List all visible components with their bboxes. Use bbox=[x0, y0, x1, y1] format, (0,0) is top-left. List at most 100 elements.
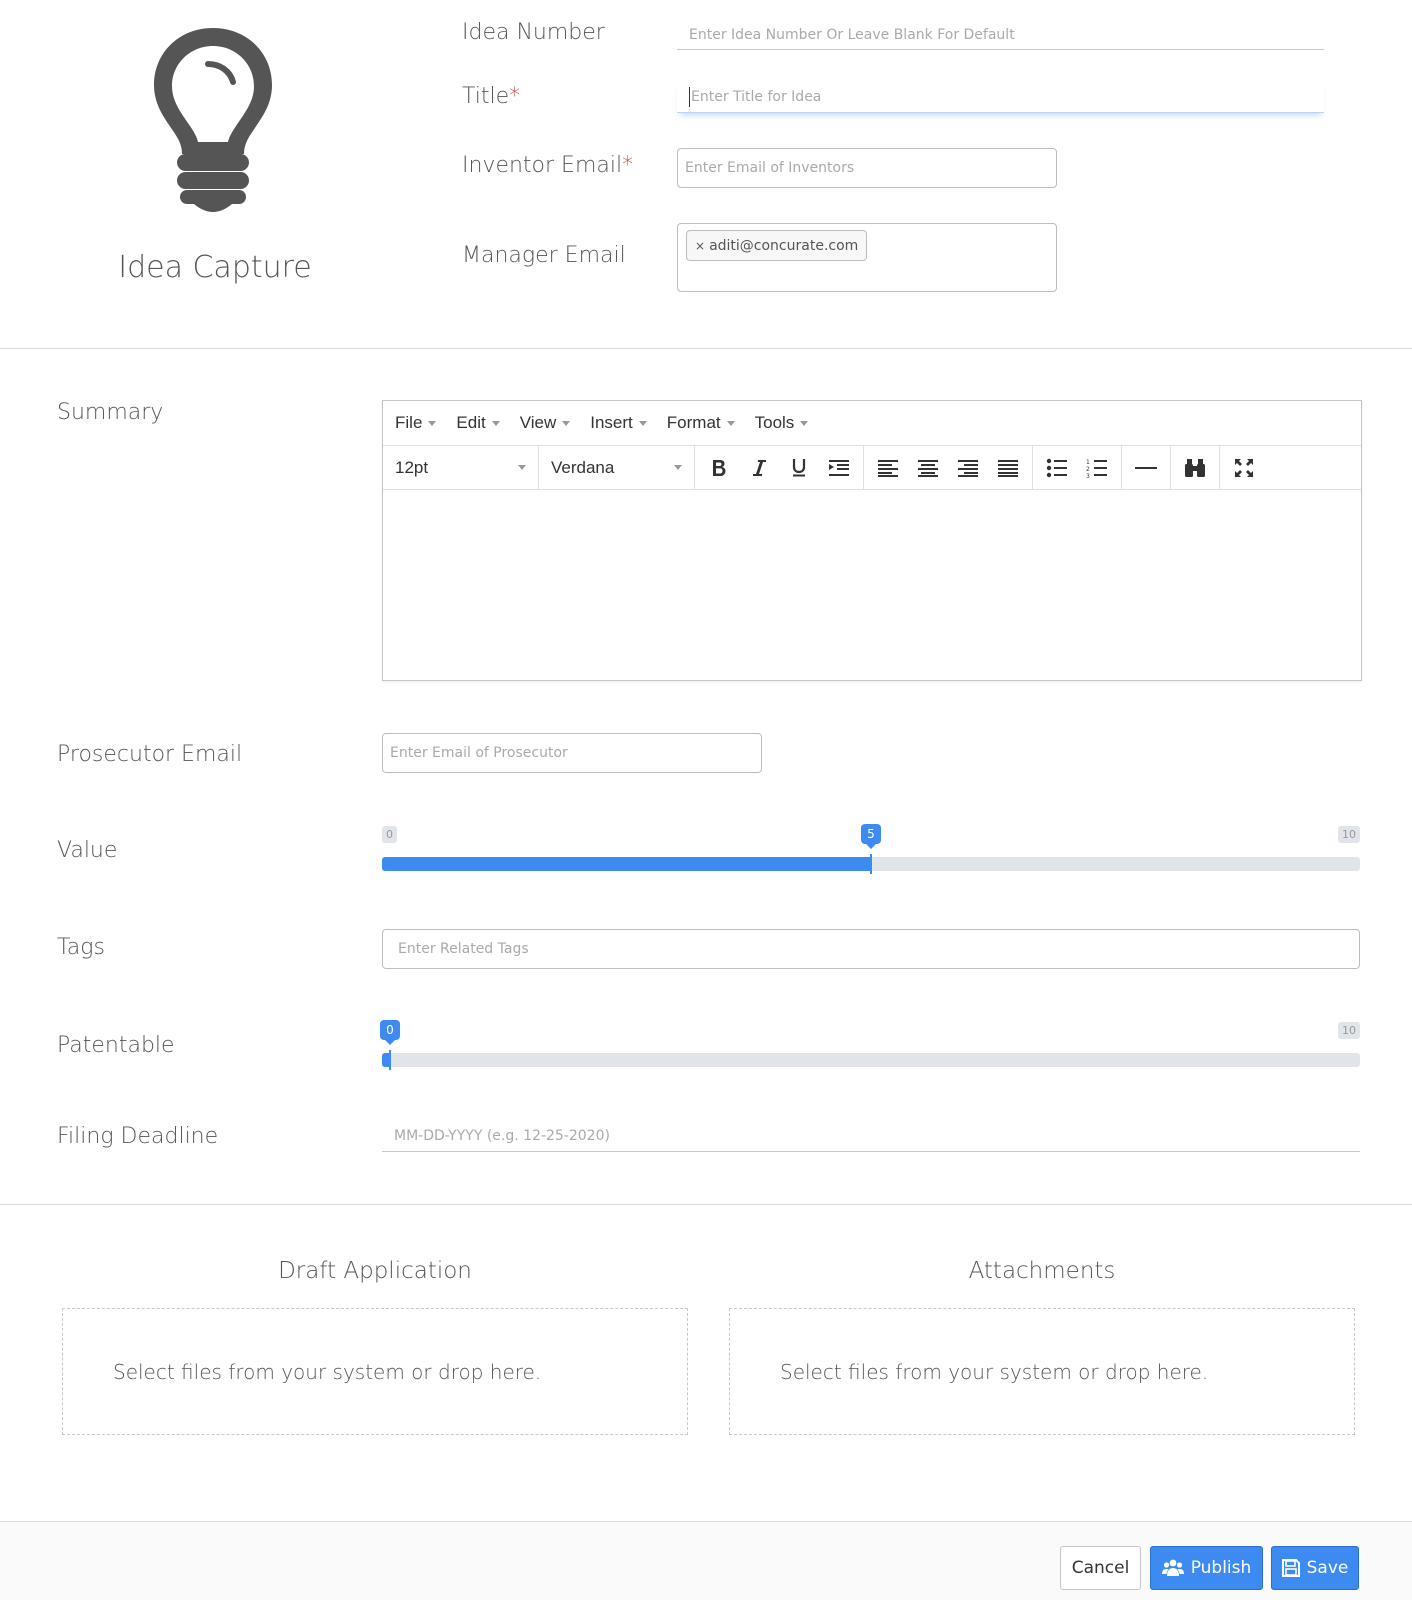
indent-button[interactable] bbox=[819, 448, 859, 488]
slider-current-label: 0 bbox=[380, 1020, 400, 1045]
menu-tools-label: Tools bbox=[754, 413, 795, 432]
fullscreen-button[interactable] bbox=[1224, 448, 1264, 488]
chevron-down-icon bbox=[674, 465, 682, 470]
floppy-disk-icon bbox=[1281, 1559, 1300, 1577]
numbered-list-icon: 123 bbox=[1086, 459, 1107, 478]
tags-placeholder: Enter Related Tags bbox=[398, 941, 529, 957]
filing-deadline-label: Filing Deadline bbox=[57, 1124, 219, 1149]
svg-text:1: 1 bbox=[1086, 459, 1090, 466]
value-slider[interactable]: 0 10 5 bbox=[382, 822, 1360, 874]
menu-view[interactable]: View bbox=[520, 413, 571, 433]
inventor-email-label-text: Inventor Email bbox=[462, 153, 623, 178]
insert-group bbox=[1122, 446, 1171, 489]
manager-email-tag-text: aditi@concurate.com bbox=[709, 237, 859, 254]
users-icon bbox=[1161, 1559, 1184, 1576]
summary-label: Summary bbox=[57, 400, 164, 425]
menu-tools[interactable]: Tools bbox=[755, 413, 809, 433]
inventor-email-input[interactable]: Enter Email of Inventors bbox=[677, 148, 1057, 188]
menu-file[interactable]: File bbox=[395, 413, 437, 433]
prosecutor-email-input[interactable]: Enter Email of Prosecutor bbox=[382, 733, 762, 773]
format-group bbox=[695, 446, 864, 489]
align-right-button[interactable] bbox=[948, 448, 988, 488]
cancel-button[interactable]: Cancel bbox=[1060, 1546, 1141, 1590]
align-left-button[interactable] bbox=[868, 448, 908, 488]
editor-content-area[interactable] bbox=[383, 490, 1361, 680]
view-group bbox=[1220, 446, 1268, 489]
find-group bbox=[1171, 446, 1220, 489]
chevron-down-icon bbox=[562, 420, 571, 426]
draft-application-dropzone[interactable]: Select files from your system or drop he… bbox=[62, 1308, 688, 1435]
align-center-icon bbox=[918, 459, 938, 477]
align-center-button[interactable] bbox=[908, 448, 948, 488]
required-mark: * bbox=[622, 153, 634, 178]
filing-deadline-input[interactable]: MM-DD-YYYY (e.g. 12-25-2020) bbox=[382, 1121, 1360, 1152]
bold-button[interactable] bbox=[699, 448, 739, 488]
manager-email-tag: × aditi@concurate.com bbox=[686, 230, 868, 261]
font-family-value: Verdana bbox=[551, 457, 615, 477]
bullet-list-icon bbox=[1046, 458, 1067, 477]
menu-edit[interactable]: Edit bbox=[456, 413, 500, 433]
editor-toolbar: 12pt Verdana 1 2 3 bbox=[383, 445, 1361, 490]
menu-format-label: Format bbox=[666, 413, 721, 432]
manager-email-label: Manager Email bbox=[462, 243, 626, 268]
title-label-text: Title bbox=[462, 84, 510, 109]
inventor-email-placeholder: Enter Email of Inventors bbox=[685, 160, 855, 176]
underline-icon bbox=[792, 458, 806, 476]
italic-icon bbox=[753, 459, 766, 476]
title-input[interactable]: Enter Title for Idea bbox=[677, 82, 1324, 113]
remove-tag-icon[interactable]: × bbox=[695, 239, 705, 253]
slider-max-label: 10 bbox=[1338, 1022, 1360, 1039]
font-size-select[interactable]: 12pt bbox=[383, 446, 539, 489]
align-left-icon bbox=[878, 459, 898, 477]
save-label: Save bbox=[1306, 1558, 1349, 1578]
slider-current-label: 5 bbox=[861, 824, 881, 849]
inventor-email-label: Inventor Email* bbox=[462, 153, 633, 178]
list-group: 123 bbox=[1033, 446, 1122, 489]
prosecutor-email-placeholder: Enter Email of Prosecutor bbox=[390, 745, 568, 761]
menu-file-label: File bbox=[395, 413, 423, 432]
fullscreen-icon bbox=[1235, 458, 1253, 477]
slider-handle[interactable] bbox=[870, 854, 872, 874]
slider-handle[interactable] bbox=[389, 1050, 391, 1070]
svg-text:2: 2 bbox=[1086, 466, 1090, 473]
filing-deadline-placeholder: MM-DD-YYYY (e.g. 12-25-2020) bbox=[394, 1128, 610, 1144]
menu-view-label: View bbox=[519, 413, 557, 432]
menu-insert[interactable]: Insert bbox=[590, 413, 647, 433]
align-group bbox=[864, 446, 1033, 489]
bullet-list-button[interactable] bbox=[1037, 448, 1077, 488]
font-family-select[interactable]: Verdana bbox=[539, 446, 695, 489]
section-divider bbox=[0, 1204, 1412, 1205]
align-right-icon bbox=[958, 459, 978, 477]
menu-format[interactable]: Format bbox=[667, 413, 735, 433]
find-binoculars-icon bbox=[1185, 458, 1205, 477]
save-button[interactable]: Save bbox=[1271, 1546, 1359, 1590]
align-justify-button[interactable] bbox=[988, 448, 1028, 488]
section-divider bbox=[0, 348, 1412, 349]
idea-number-input[interactable]: Enter Idea Number Or Leave Blank For Def… bbox=[677, 20, 1324, 50]
app-title: Idea Capture bbox=[118, 250, 312, 285]
attachments-dropzone[interactable]: Select files from your system or drop he… bbox=[729, 1308, 1355, 1435]
menu-edit-label: Edit bbox=[456, 413, 486, 432]
underline-button[interactable] bbox=[779, 448, 819, 488]
attachments-title: Attachments bbox=[968, 1258, 1116, 1284]
chevron-down-icon bbox=[491, 420, 500, 426]
title-placeholder: Enter Title for Idea bbox=[691, 89, 822, 105]
title-label: Title* bbox=[462, 84, 520, 109]
slider-fill bbox=[382, 857, 871, 871]
bold-icon bbox=[713, 459, 726, 476]
patentable-label: Patentable bbox=[57, 1033, 175, 1058]
idea-number-label: Idea Number bbox=[462, 20, 605, 45]
horizontal-rule-button[interactable] bbox=[1126, 448, 1166, 488]
patentable-slider[interactable]: 10 0 bbox=[380, 1018, 1360, 1070]
editor-menubar: File Edit View Insert Format Tools bbox=[383, 401, 1361, 445]
chevron-down-icon bbox=[428, 420, 437, 426]
lightbulb-icon bbox=[150, 24, 276, 216]
publish-button[interactable]: Publish bbox=[1150, 1546, 1263, 1590]
slider-max-label: 10 bbox=[1338, 826, 1360, 843]
tags-label: Tags bbox=[57, 935, 105, 960]
prosecutor-email-label: Prosecutor Email bbox=[57, 742, 243, 767]
tags-input[interactable]: Enter Related Tags bbox=[382, 929, 1360, 969]
find-button[interactable] bbox=[1175, 448, 1215, 488]
numbered-list-button[interactable]: 123 bbox=[1077, 448, 1117, 488]
italic-button[interactable] bbox=[739, 448, 779, 488]
